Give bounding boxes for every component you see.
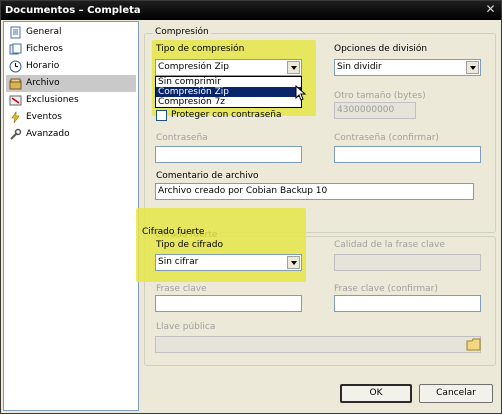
main-panel: Compresión Tipo de compresión Compresión… [136,21,500,411]
document-icon [10,26,21,39]
compression-type-value: Compresión Zip [158,62,229,72]
sidebar-item-ficheros[interactable]: Ficheros [6,41,136,58]
sidebar-item-exclusiones[interactable]: Exclusiones [6,92,136,109]
encryption-type-select[interactable]: Sin cifrar [155,254,302,271]
folder-icon[interactable] [466,337,482,352]
encryption-type-label: Tipo de cifrado [156,240,223,250]
chevron-down-icon[interactable] [466,61,479,74]
ok-button[interactable]: OK [340,384,412,403]
sidebar-item-eventos[interactable]: Eventos [6,109,136,126]
cancel-button[interactable]: Cancelar [419,384,493,403]
public-key-label: Llave pública [156,322,216,332]
split-options-select[interactable]: Sin dividir [334,59,481,76]
advanced-icon [10,128,22,140]
compression-option-7z[interactable]: Compresión 7z [156,97,301,107]
sidebar-item-avanzado[interactable]: Avanzado [6,126,136,143]
compression-option-zip[interactable]: Compresión Zip [156,87,301,97]
sidebar-item-label: Horario [26,61,60,71]
public-key-input[interactable] [155,336,481,353]
exclusions-icon [9,95,22,106]
compression-type-dropdown: Sin comprimir Compresión Zip Compresión … [155,76,302,108]
window-title: Documentos – Completa [5,5,141,16]
clock-icon [9,60,22,73]
passphrase-input[interactable] [155,295,302,312]
compression-type-select[interactable]: Compresión Zip [155,59,302,76]
passphrase-confirm-label: Frase clave (confirmar) [334,284,438,294]
sidebar-item-horario[interactable]: Horario [6,58,136,75]
passphrase-label: Frase clave [156,284,207,294]
custom-size-input[interactable]: 4300000000 [334,102,416,119]
sidebar-item-label: General [26,27,62,37]
chevron-down-icon[interactable] [287,61,300,74]
comment-label: Comentario de archivo [156,171,259,181]
protect-password-checkbox[interactable] [156,110,167,121]
sidebar-item-label: Ficheros [26,44,63,54]
password-confirm-label: Contraseña (confirmar) [334,133,439,143]
compression-type-label: Tipo de compresión [156,44,245,54]
passphrase-quality-meter [334,254,481,271]
password-confirm-input[interactable] [334,146,481,163]
passphrase-quality-label: Calidad de la frase clave [334,240,445,250]
custom-size-label: Otro tamaño (bytes) [334,91,426,101]
comment-input[interactable]: Archivo creado por Cobian Backup 10 [155,183,474,200]
sidebar-item-label: Eventos [26,112,62,122]
password-label: Contraseña [156,133,208,143]
mouse-cursor-icon [295,85,307,101]
password-input[interactable] [155,146,302,163]
passphrase-confirm-input[interactable] [334,295,481,312]
split-options-value: Sin dividir [337,62,382,72]
sidebar: General Ficheros Horario Archivo Exclusi… [3,21,139,411]
dialog-window: Documentos – Completa ✕ General Ficheros… [0,0,502,414]
compression-group-label: Compresión [153,27,211,37]
events-icon [11,111,20,124]
chevron-down-icon[interactable] [287,256,300,269]
files-icon [9,43,22,55]
title-bar[interactable]: Documentos – Completa ✕ [1,1,501,20]
encryption-group-caption: Cifrado fuerte [142,227,205,237]
sidebar-item-label: Avanzado [26,129,70,139]
sidebar-item-label: Exclusiones [26,95,79,105]
protect-password-label: Proteger con contraseña [171,110,282,120]
sidebar-item-archivo[interactable]: Archivo [6,75,136,92]
close-button[interactable]: ✕ [482,2,499,18]
compression-option-none[interactable]: Sin comprimir [156,77,301,87]
sidebar-item-label: Archivo [26,78,60,88]
encryption-type-value: Sin cifrar [158,257,199,267]
split-options-label: Opciones de división [334,44,428,54]
sidebar-item-general[interactable]: General [6,24,136,41]
archive-icon [9,78,22,90]
